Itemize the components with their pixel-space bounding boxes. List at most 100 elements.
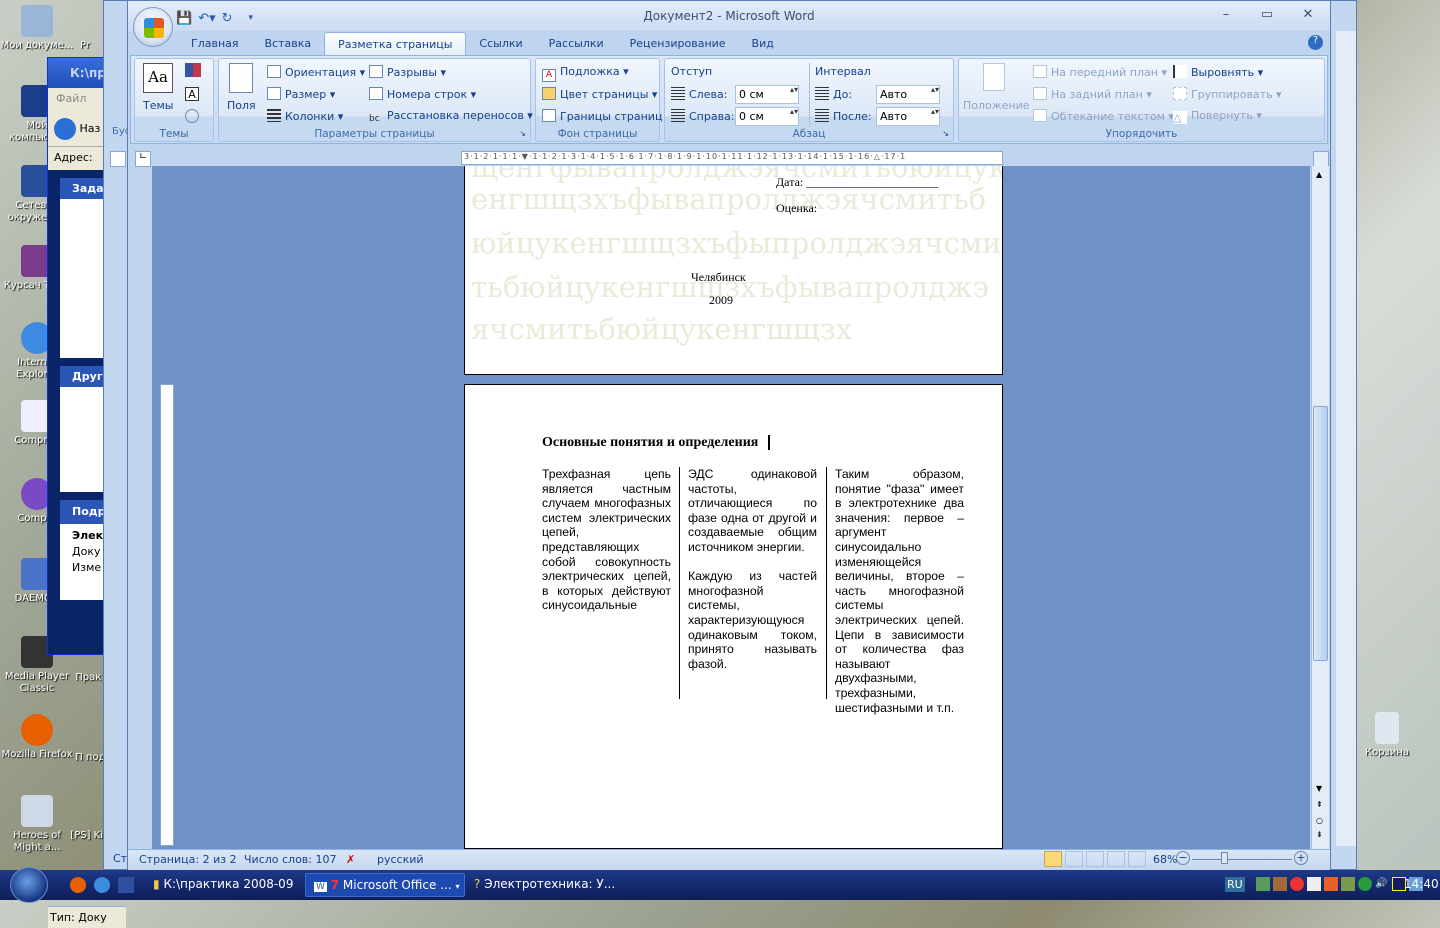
theme-effects-icon[interactable] (185, 109, 199, 123)
orientation-icon (267, 65, 281, 78)
tab-page-layout[interactable]: Разметка страницы (324, 32, 467, 56)
send-back-button[interactable]: На задний план ▾ (1033, 87, 1152, 101)
maximize-button[interactable]: ▭ (1254, 7, 1280, 25)
browse-object-icon[interactable]: ○ (1316, 816, 1323, 825)
web-layout-icon[interactable] (1086, 851, 1104, 867)
tray-icon[interactable] (1273, 877, 1287, 891)
minimize-button[interactable]: – (1213, 7, 1239, 25)
size-button[interactable]: Размер ▾ (267, 87, 335, 101)
line-numbers-button[interactable]: Номера строк ▾ (369, 87, 476, 101)
desktop-icon-recycle-bin[interactable]: Корзина (1350, 712, 1424, 759)
vertical-ruler[interactable] (160, 384, 174, 846)
tab-home[interactable]: Главная (178, 32, 252, 56)
taskbar-item-explorer[interactable]: ▮ К:\практика 2008-09 (145, 873, 301, 897)
group-button[interactable]: Группировать ▾ (1173, 87, 1282, 101)
ribbon: Aa Темы A Темы Поля Ориентация ▾ Размер … (130, 55, 1328, 144)
page-count[interactable]: Страница: 2 из 2 (139, 853, 237, 866)
taskbar-item-help[interactable]: ? Электротехника: У... (466, 873, 623, 897)
outline-view-icon[interactable] (1107, 851, 1125, 867)
tab-insert[interactable]: Вставка (252, 32, 325, 56)
internet-explorer-icon[interactable] (94, 877, 110, 893)
page-color-button[interactable]: Цвет страницы ▾ (542, 87, 657, 101)
zoom-slider[interactable] (1192, 859, 1292, 860)
page-1[interactable]: щенгфывапролджэячсмитьбюйцук енгшщзхъфыв… (464, 166, 1003, 375)
word-count[interactable]: Число слов: 107 (244, 853, 337, 866)
document-area[interactable]: щенгфывапролджэячсмитьбюйцук енгшщзхъфыв… (152, 166, 1310, 849)
hyphenation-button[interactable]: bc Расстановка переносов ▾ (369, 109, 533, 127)
text-wrap-button[interactable]: Обтекание текстом ▾ (1033, 109, 1174, 123)
spacing-after-input[interactable]: Авто (876, 107, 940, 126)
start-button[interactable] (10, 867, 48, 903)
paragraph-launcher-icon[interactable]: ↘ (942, 129, 949, 138)
help-icon[interactable]: ? (1308, 35, 1323, 50)
close-button[interactable]: ✕ (1295, 7, 1321, 25)
firefox-icon[interactable] (70, 877, 86, 893)
tab-view[interactable]: Вид (739, 32, 787, 56)
page-setup-launcher-icon[interactable]: ↘ (519, 129, 526, 138)
breaks-button[interactable]: Разрывы ▾ (369, 65, 446, 79)
page-2[interactable]: Основные понятия и определения Трехфазна… (464, 384, 1003, 849)
theme-fonts-icon[interactable]: A (185, 87, 199, 101)
tray-icon[interactable] (1307, 877, 1321, 891)
background-window-scrollbar[interactable] (1336, 31, 1356, 846)
tray-icon[interactable] (1358, 877, 1372, 891)
watermark-button[interactable]: A Подложка ▾ (542, 65, 629, 82)
indent-right-input[interactable]: 0 см (735, 107, 799, 126)
tab-stop-selector[interactable] (110, 151, 126, 167)
indent-right-label: Справа: (671, 109, 735, 123)
tab-stop-selector[interactable]: ∟ (135, 151, 151, 167)
taskbar-item-word[interactable]: W 7 Microsoft Office ... ▾ (305, 873, 465, 897)
page-borders-button[interactable]: Границы страниц (542, 109, 662, 123)
spacing-before-input[interactable]: Авто (876, 85, 940, 104)
horizontal-ruler[interactable]: 3·1·2·1·1·1·▼·1·1·2·1·3·1·4·1·5·1·6·1·7·… (461, 151, 1003, 165)
indent-left-label: Слева: (671, 87, 727, 101)
language[interactable]: русский (377, 853, 424, 866)
tray-icon[interactable] (1324, 877, 1338, 891)
scrollbar-thumb[interactable] (1313, 406, 1328, 661)
draft-view-icon[interactable] (1128, 851, 1146, 867)
customize-qat-icon[interactable]: ▾ (249, 13, 254, 23)
volume-icon[interactable]: 🔊 (1375, 877, 1389, 891)
print-layout-view-icon[interactable] (1044, 851, 1062, 867)
position-button[interactable]: Положение (963, 99, 1030, 112)
zoom-out-icon[interactable]: − (1176, 851, 1190, 865)
view-ruler-button[interactable] (1313, 151, 1329, 167)
vertical-scrollbar[interactable]: ▲ ▼ ⇞ ○ ⇟ (1311, 166, 1329, 849)
tray-icon[interactable] (1290, 877, 1304, 891)
zoom-in-icon[interactable]: + (1294, 851, 1308, 865)
rotate-button[interactable]: △ Повернуть ▾ (1173, 109, 1262, 124)
spacing-before-icon (815, 87, 829, 100)
bring-front-button[interactable]: На передний план ▾ (1033, 65, 1167, 79)
folder-icon: ▮ (153, 877, 160, 891)
align-button[interactable]: Выровнять ▾ (1173, 65, 1263, 79)
tray-icon[interactable] (1341, 877, 1355, 891)
orientation-button[interactable]: Ориентация ▾ (267, 65, 365, 79)
tray-icon[interactable] (1256, 877, 1270, 891)
zoom-level[interactable]: 68% (1153, 853, 1177, 866)
zoom-slider-thumb[interactable] (1221, 852, 1229, 864)
tab-mailings[interactable]: Рассылки (536, 32, 617, 56)
show-desktop-icon[interactable] (118, 877, 134, 893)
themes-button[interactable]: Темы (143, 99, 173, 112)
next-page-icon[interactable]: ⇟ (1316, 830, 1323, 839)
save-icon[interactable]: 💾 (176, 11, 192, 26)
redo-icon[interactable]: ↻ (222, 11, 233, 26)
tab-references[interactable]: Ссылки (466, 32, 535, 56)
scroll-up-icon[interactable]: ▲ (1316, 170, 1322, 179)
indent-left-input[interactable]: 0 см (735, 85, 799, 104)
columns-button[interactable]: Колонки ▾ (267, 109, 343, 123)
theme-colors-icon[interactable] (185, 63, 201, 77)
tab-review[interactable]: Рецензирование (617, 32, 739, 56)
group-themes: Aa Темы A Темы (134, 58, 214, 142)
full-screen-reading-icon[interactable] (1065, 851, 1083, 867)
previous-page-icon[interactable]: ⇞ (1316, 800, 1323, 809)
desktop-icon-heroes[interactable]: Heroes of Might a... (0, 795, 74, 854)
scroll-down-icon[interactable]: ▼ (1316, 784, 1322, 793)
office-button[interactable] (133, 7, 173, 47)
margins-button[interactable]: Поля (227, 99, 256, 112)
grade-field: Оценка: (776, 201, 818, 215)
language-indicator[interactable]: RU (1225, 877, 1245, 892)
desktop-icon-firefox[interactable]: Mozilla Firefox (0, 714, 74, 761)
proofing-icon[interactable]: ✗ (346, 853, 355, 866)
undo-icon[interactable]: ↶▾ (198, 11, 215, 26)
